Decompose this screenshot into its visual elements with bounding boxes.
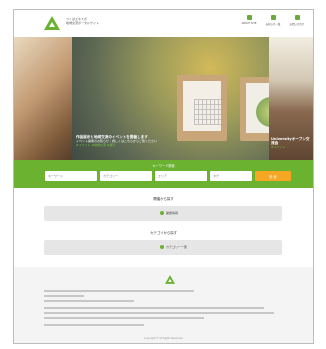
footer-link-row[interactable] bbox=[44, 324, 144, 326]
hero-slide-next[interactable]: Universityオープン交流会 #イベント bbox=[269, 37, 313, 160]
hero-caption-tags[interactable]: #イベント #地域交流 #展示 bbox=[76, 143, 196, 147]
footer-link-row[interactable] bbox=[44, 290, 194, 292]
keyword-search-bar: キーワード検索 検 索 bbox=[14, 160, 313, 188]
keyword-input[interactable] bbox=[45, 171, 97, 181]
footer-link-row[interactable] bbox=[44, 300, 134, 302]
category-browse-button[interactable]: カテゴリー一覧 bbox=[44, 240, 282, 255]
footer-logo-icon bbox=[165, 275, 175, 284]
site-header: つくばエキスポ 地域交流ポータルサイト ABOUT SITE お知らせ一覧 お問… bbox=[14, 10, 313, 37]
calendar-photo bbox=[177, 75, 227, 141]
mail-icon bbox=[294, 15, 300, 20]
page-frame: つくばエキスポ 地域交流ポータルサイト ABOUT SITE お知らせ一覧 お問… bbox=[13, 9, 314, 344]
site-name-line2: 地域交流ポータルサイト bbox=[66, 21, 100, 25]
info-icon bbox=[246, 15, 252, 20]
footer-link-row[interactable] bbox=[44, 312, 274, 314]
footer-link-row[interactable] bbox=[44, 307, 264, 309]
bullet-icon bbox=[160, 211, 164, 215]
nav-about-label: ABOUT SITE bbox=[241, 22, 257, 25]
nav-news-label: お知らせ一覧 bbox=[265, 23, 281, 26]
hero-next-caption: Universityオープン交流会 #イベント bbox=[271, 137, 313, 149]
nav-about[interactable]: ABOUT SITE bbox=[238, 15, 260, 31]
tag-select[interactable] bbox=[210, 171, 252, 181]
date-browse-button[interactable]: 開催情報 bbox=[44, 206, 282, 221]
hero-slide-prev[interactable] bbox=[14, 37, 72, 160]
footer-link-row[interactable] bbox=[44, 317, 204, 319]
category-browse-label: カテゴリー一覧 bbox=[166, 245, 188, 249]
hero-caption: 作品展示と地域交流のイベントを開催します イベント開催のお知らせ｜詳しくはこちら… bbox=[76, 135, 196, 147]
hero-carousel[interactable]: 作品展示と地域交流のイベントを開催します イベント開催のお知らせ｜詳しくはこちら… bbox=[14, 37, 313, 160]
hero-next-title: Universityオープン交流会 bbox=[271, 137, 310, 145]
news-icon bbox=[270, 15, 276, 20]
site-footer: Copyright © All Rights Reserved. bbox=[14, 267, 313, 343]
hero-slide-current[interactable]: 作品展示と地域交流のイベントを開催します イベント開催のお知らせ｜詳しくはこちら… bbox=[72, 37, 292, 160]
bullet-icon bbox=[160, 245, 164, 249]
nav-contact-label: お問い合わせ bbox=[289, 23, 305, 26]
nav-news[interactable]: お知らせ一覧 bbox=[262, 15, 284, 31]
category-select[interactable] bbox=[100, 171, 152, 181]
footer-link-row[interactable] bbox=[44, 295, 84, 297]
search-title: キーワード検索 bbox=[152, 164, 175, 168]
section-title-category: カテゴリから探す bbox=[149, 231, 178, 235]
site-logo-icon[interactable] bbox=[44, 16, 60, 30]
area-select[interactable] bbox=[155, 171, 207, 181]
date-browse-label: 開催情報 bbox=[166, 211, 179, 215]
section-title-date: 開催から探す bbox=[153, 197, 174, 201]
site-name[interactable]: つくばエキスポ 地域交流ポータルサイト bbox=[66, 17, 99, 25]
nav-contact[interactable]: お問い合わせ bbox=[286, 15, 308, 31]
search-button[interactable]: 検 索 bbox=[255, 171, 291, 181]
hero-next-tag[interactable]: #イベント bbox=[271, 145, 313, 149]
footer-copyright: Copyright © All Rights Reserved. bbox=[143, 337, 184, 340]
